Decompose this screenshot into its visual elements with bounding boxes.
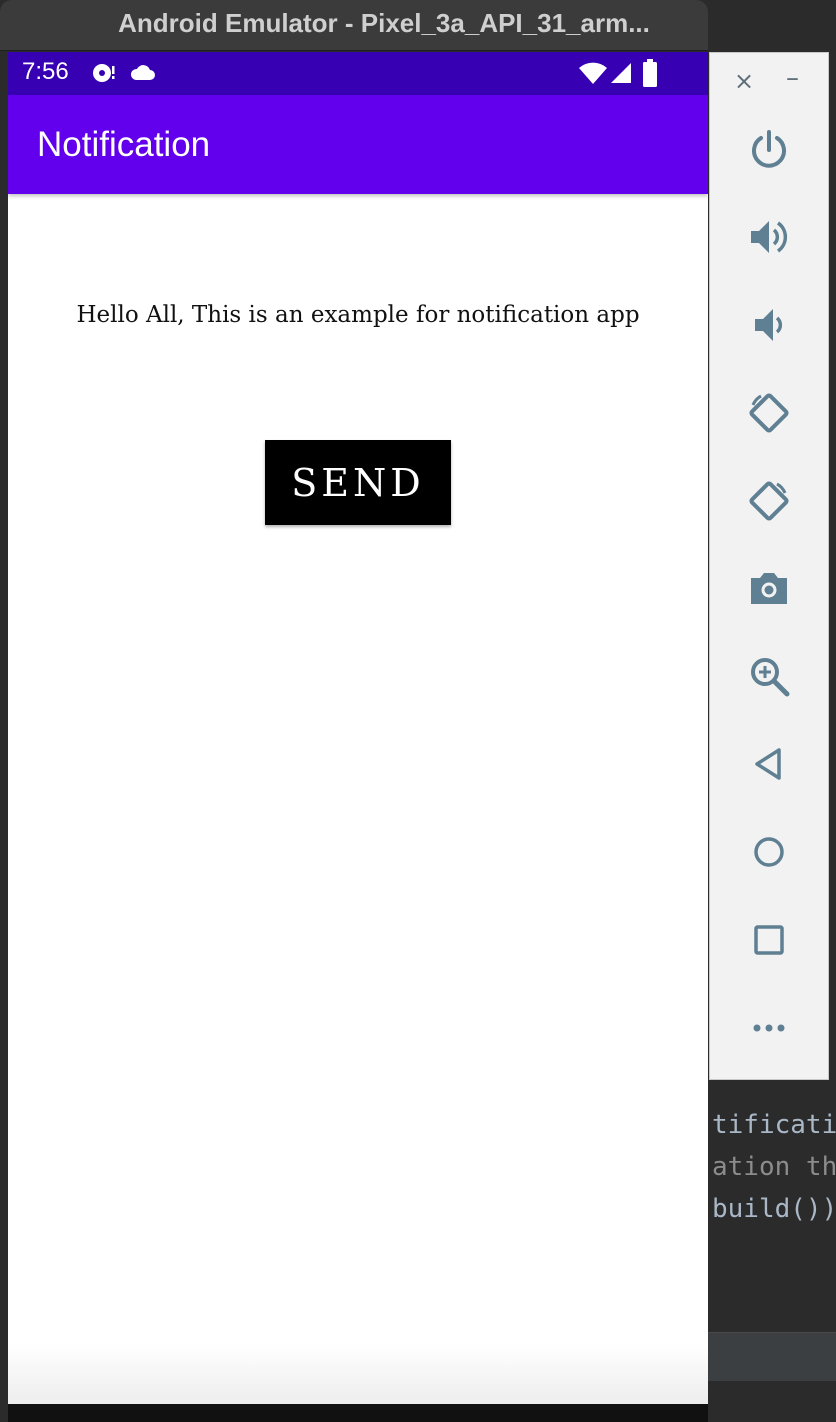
camera-icon xyxy=(751,573,787,604)
home-icon xyxy=(754,837,784,867)
overview-icon xyxy=(754,925,784,955)
rotate-left-button[interactable] xyxy=(744,388,794,438)
emulator-bottom-edge xyxy=(8,1404,708,1422)
close-icon[interactable]: × xyxy=(734,67,754,95)
volume-up-icon xyxy=(751,221,788,253)
app-bar: Notification xyxy=(8,95,708,194)
app-title: Notification xyxy=(37,125,211,164)
emulator-toolbar: × – xyxy=(709,52,829,1080)
media-icon xyxy=(93,64,115,82)
volume-up-button[interactable] xyxy=(744,212,794,262)
ide-code-line: build()) xyxy=(712,1194,836,1224)
status-bar: 7:56 xyxy=(8,52,708,95)
minimize-icon[interactable]: – xyxy=(786,63,799,93)
rotate-right-button[interactable] xyxy=(744,476,794,526)
ide-code-line: ation tha xyxy=(712,1152,836,1182)
battery-icon xyxy=(643,59,657,87)
message-text: Hello All, This is an example for notifi… xyxy=(76,302,640,328)
ide-code-line: tificatio xyxy=(712,1110,836,1140)
cloud-icon xyxy=(130,65,155,80)
screenshot-button[interactable] xyxy=(744,563,794,613)
more-icon xyxy=(753,1024,785,1032)
phone-screen: 7:56 Notification Hello All, This is an … xyxy=(8,52,708,1404)
volume-down-button[interactable] xyxy=(744,300,794,350)
status-time: 7:56 xyxy=(22,58,69,85)
wifi-icon xyxy=(579,62,607,84)
send-button[interactable]: SEND xyxy=(265,440,451,525)
zoom-button[interactable] xyxy=(744,651,794,701)
overview-button[interactable] xyxy=(744,915,794,965)
rotate-right-icon xyxy=(749,481,789,521)
rotate-left-icon xyxy=(749,393,789,433)
nav-area xyxy=(8,1344,708,1404)
emulator-title: Android Emulator - Pixel_3a_API_31_arm..… xyxy=(118,8,650,38)
home-button[interactable] xyxy=(744,827,794,877)
signal-icon xyxy=(611,63,631,83)
volume-down-icon xyxy=(755,309,783,341)
back-icon xyxy=(755,748,781,780)
power-button[interactable] xyxy=(744,125,794,175)
ide-bottom-bar xyxy=(708,1332,836,1381)
emulator-titlebar[interactable]: Android Emulator - Pixel_3a_API_31_arm..… xyxy=(0,0,708,51)
power-icon xyxy=(752,130,786,168)
zoom-icon xyxy=(751,658,790,697)
back-button[interactable] xyxy=(744,739,794,789)
more-button[interactable] xyxy=(744,1003,794,1053)
